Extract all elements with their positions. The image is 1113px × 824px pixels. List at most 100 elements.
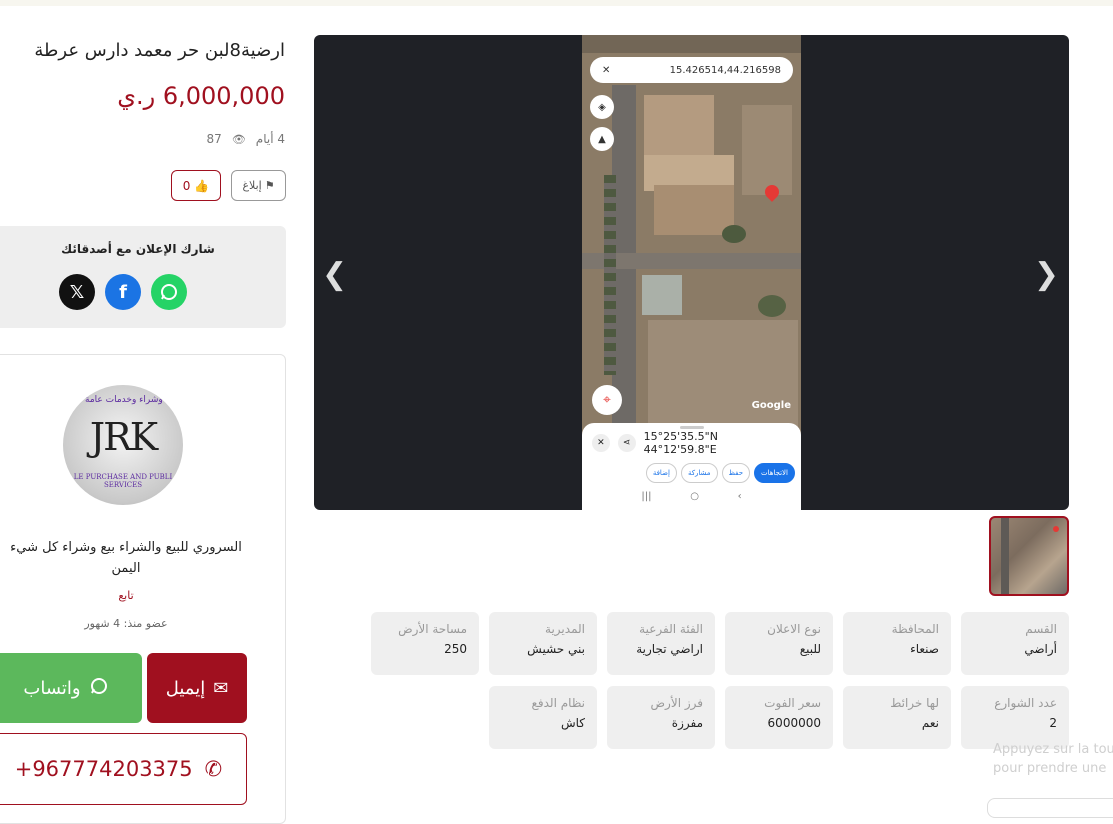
coords-decimal: 15.426514,44.216598 bbox=[669, 64, 781, 76]
share-panel: شارك الإعلان مع أصدقائك 𝕏 f bbox=[0, 226, 286, 328]
whatsapp-icon bbox=[89, 676, 109, 701]
detail-land-sorting: فرز الأرض مفرزة bbox=[607, 686, 715, 749]
detail-label: القسم bbox=[1025, 622, 1057, 636]
map-building bbox=[654, 185, 734, 235]
listing-actions: 0 👍 ⚑ إبلاغ bbox=[171, 170, 286, 201]
top-strip bbox=[0, 0, 1113, 6]
phone-bottom-sheet: ✕ ⋖ 15°25'35.5"N 44°12'59.8"E الاتجاهات … bbox=[582, 423, 801, 510]
email-button[interactable]: ✉ إيميل bbox=[147, 653, 247, 723]
chevron-left-icon[interactable]: ❮ bbox=[322, 257, 347, 292]
report-button[interactable]: ⚑ إبلاغ bbox=[231, 170, 286, 201]
chip-save: حفظ bbox=[721, 463, 751, 483]
detail-value: مفرزة bbox=[671, 716, 703, 730]
follow-link[interactable]: تابع bbox=[1, 589, 251, 602]
share-icon: ⋖ bbox=[617, 434, 636, 452]
like-button[interactable]: 0 👍 bbox=[171, 170, 221, 201]
detail-label: مساحة الأرض bbox=[398, 622, 467, 636]
phone-status-bar bbox=[582, 35, 801, 53]
thumbs-up-icon: 👍 bbox=[194, 178, 210, 193]
phone-button[interactable]: +967774203375 ✆ bbox=[0, 733, 247, 805]
detail-label: نوع الاعلان bbox=[767, 622, 821, 636]
recents-icon: ||| bbox=[641, 491, 652, 502]
detail-value: أراضي bbox=[1024, 642, 1057, 656]
x-icon[interactable]: 𝕏 bbox=[59, 274, 95, 310]
listing-meta: 4 أيام 👁 87 bbox=[207, 132, 285, 146]
chip-share: مشاركة bbox=[680, 463, 718, 483]
location-icon: ⌖ bbox=[592, 385, 622, 415]
detail-value: 6000000 bbox=[767, 716, 821, 730]
share-title: شارك الإعلان مع أصدقائك bbox=[61, 242, 215, 256]
thumb-road bbox=[1001, 518, 1009, 594]
logo-initials: JRK bbox=[89, 415, 158, 459]
detail-price-per-foot: سعر الفوت 6000000 bbox=[725, 686, 833, 749]
phone-coord-bar: ✕ 15.426514,44.216598 bbox=[590, 57, 793, 83]
detail-label: المديرية bbox=[545, 622, 585, 636]
compass-icon: ▲ bbox=[590, 127, 614, 151]
detail-district: المديرية بني حشيش bbox=[489, 612, 597, 675]
like-count: 0 bbox=[182, 178, 191, 193]
image-gallery[interactable]: ❮ ❯ ✕ 15.426514,44.216598 ◈ ▲ ⌖ Google ✕… bbox=[314, 35, 1069, 510]
listing-views: 87 bbox=[206, 132, 222, 146]
chevron-right-icon[interactable]: ❯ bbox=[1034, 257, 1059, 292]
detail-has-maps: لها خرائط نعم bbox=[843, 686, 951, 749]
thumb-pin-icon bbox=[1053, 526, 1059, 532]
detail-value: صنعاء bbox=[910, 642, 939, 656]
detail-label: فرز الأرض bbox=[650, 696, 703, 710]
phone-nav-bar: ||| ○ ‹ bbox=[582, 491, 801, 502]
map-tree bbox=[758, 295, 786, 317]
detail-label: المحافظة bbox=[891, 622, 939, 636]
map-building bbox=[644, 95, 714, 155]
whatsapp-label: واتساب bbox=[23, 677, 81, 699]
back-icon: ‹ bbox=[737, 491, 742, 502]
gallery-thumbnail[interactable] bbox=[989, 516, 1069, 596]
home-icon: ○ bbox=[690, 491, 699, 502]
coords-dms-row: ✕ ⋖ 15°25'35.5"N 44°12'59.8"E bbox=[592, 430, 793, 456]
detail-payment-system: نظام الدفع كاش bbox=[489, 686, 597, 749]
detail-category: القسم أراضي bbox=[961, 612, 1069, 675]
listing-age: 4 أيام bbox=[255, 132, 285, 146]
chip-add: إضافة bbox=[645, 463, 677, 483]
phone-number: +967774203375 bbox=[14, 757, 193, 781]
map-trees bbox=[604, 175, 616, 375]
detail-governorate: المحافظة صنعاء bbox=[843, 612, 951, 675]
whatsapp-icon[interactable] bbox=[151, 274, 187, 310]
watermark-line2: pour prendre une bbox=[993, 761, 1107, 776]
detail-value: نعم bbox=[921, 716, 939, 730]
eye-icon: 👁 bbox=[231, 132, 246, 146]
detail-label: نظام الدفع bbox=[531, 696, 586, 710]
detail-subcategory: الفئة الفرعية اراضي تجارية bbox=[607, 612, 715, 675]
corner-widget bbox=[987, 798, 1113, 818]
envelope-icon: ✉ bbox=[213, 677, 229, 699]
map-tree bbox=[722, 225, 746, 243]
logo-bottom-text: LE PURCHASE AND PUBLI SERVICES bbox=[73, 473, 173, 489]
detail-label: لها خرائط bbox=[890, 696, 939, 710]
logo-top-text: ع وشراء وخدمات عامة bbox=[85, 395, 171, 405]
detail-value: بني حشيش bbox=[527, 642, 585, 656]
map-building bbox=[642, 275, 682, 315]
detail-value: اراضي تجارية bbox=[636, 642, 703, 656]
sheet-handle bbox=[680, 426, 704, 429]
facebook-icon[interactable]: f bbox=[105, 274, 141, 310]
detail-value: كاش bbox=[560, 716, 585, 730]
report-label: إبلاغ bbox=[242, 179, 262, 192]
seller-name[interactable]: السروري للبيع والشراء بيع وشراء كل شيء ا… bbox=[1, 537, 251, 579]
flag-icon: ⚑ bbox=[264, 179, 275, 192]
seller-avatar[interactable]: ع وشراء وخدمات عامة JRK LE PURCHASE AND … bbox=[63, 385, 183, 505]
google-logo: Google bbox=[751, 400, 791, 411]
detail-value: 250 bbox=[444, 642, 467, 656]
windows-watermark: Appuyez sur la tou pour prendre une bbox=[993, 740, 1113, 778]
phone-chips: الاتجاهات حفظ مشاركة إضافة bbox=[582, 463, 795, 483]
detail-land-area: مساحة الأرض 250 bbox=[371, 612, 479, 675]
coords-dms: 15°25'35.5"N 44°12'59.8"E bbox=[643, 430, 718, 456]
detail-label: عدد الشوارع bbox=[994, 696, 1057, 710]
listing-title: ارضية8لبن حر معمد دارس عرطة bbox=[34, 40, 285, 61]
detail-value: للبيع bbox=[799, 642, 821, 656]
listing-price: 6,000,000 ر.ي bbox=[117, 82, 285, 110]
detail-ad-type: نوع الاعلان للبيع bbox=[725, 612, 833, 675]
whatsapp-button[interactable]: واتساب bbox=[0, 653, 142, 723]
share-icons: 𝕏 f bbox=[59, 274, 187, 310]
detail-label: الفئة الفرعية bbox=[639, 622, 703, 636]
layers-icon: ◈ bbox=[590, 95, 614, 119]
gallery-main-image: ✕ 15.426514,44.216598 ◈ ▲ ⌖ Google ✕ ⋖ 1… bbox=[582, 35, 801, 510]
map-field bbox=[648, 320, 798, 435]
